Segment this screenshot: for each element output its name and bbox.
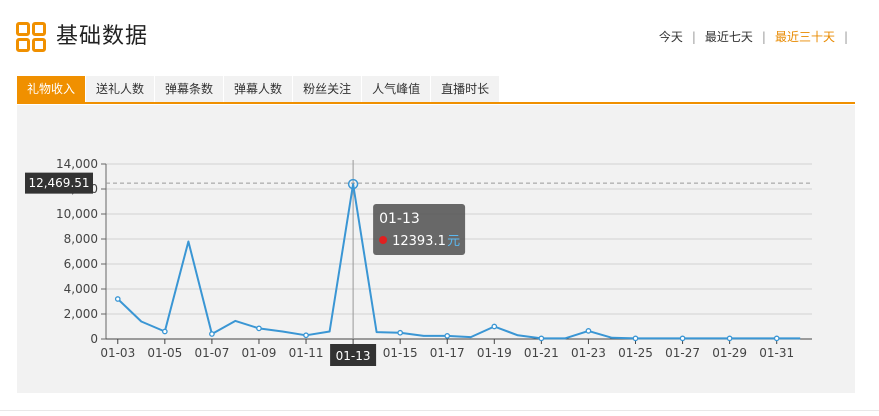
data-point [397, 329, 404, 336]
tooltip-date: 01-13 [379, 211, 420, 227]
y-tick-label: 0 [90, 332, 98, 346]
y-tick-label: 14,000 [56, 157, 98, 171]
tab-gift-senders[interactable]: 送礼人数 [86, 76, 155, 102]
range-divider: | [691, 30, 696, 44]
tooltip-unit: 元 [447, 234, 460, 249]
crosshair-x-label: 01-13 [336, 349, 371, 363]
x-tick-label: 01-11 [289, 346, 324, 360]
x-tick-label: 01-25 [618, 346, 653, 360]
tab-danmaku-users[interactable]: 弹幕人数 [224, 76, 293, 102]
range-last-30-days[interactable]: 最近三十天 [775, 28, 835, 46]
data-point [161, 328, 168, 335]
data-point [491, 323, 498, 330]
data-point [114, 296, 121, 302]
x-tick-label: 01-29 [712, 346, 747, 360]
x-tick-label: 01-07 [194, 346, 229, 360]
x-tick-label: 01-21 [524, 346, 559, 360]
data-point [632, 335, 639, 342]
tab-gift-income[interactable]: 礼物收入 [17, 76, 86, 102]
tab-danmaku-count[interactable]: 弹幕条数 [155, 76, 224, 102]
data-point [444, 333, 451, 339]
x-tick-label: 01-31 [759, 346, 794, 360]
gift-income-chart[interactable]: 02,0004,0006,0008,00010,00012,00014,0000… [17, 105, 855, 393]
metric-tabs: 礼物收入 送礼人数 弹幕条数 弹幕人数 粉丝关注 人气峰值 直播时长 [17, 76, 855, 104]
x-tick-label: 01-27 [665, 346, 700, 360]
chart-panel: 02,0004,0006,0008,00010,00012,00014,0000… [17, 105, 855, 393]
x-tick-label: 01-23 [571, 346, 606, 360]
range-today[interactable]: 今天 [659, 28, 683, 46]
range-selector: 今天 | 最近七天 | 最近三十天 | [659, 28, 857, 46]
data-point [538, 335, 545, 342]
page-title: 基础数据 [56, 24, 149, 49]
x-tick-label: 01-03 [100, 346, 135, 360]
grid-icon [16, 22, 46, 52]
x-tick-label: 01-17 [430, 346, 465, 360]
range-divider: | [761, 30, 766, 44]
y-tick-label: 4,000 [64, 282, 98, 296]
y-tick-label: 10,000 [56, 207, 98, 221]
tooltip-value: 12393.1 [392, 234, 446, 249]
data-point [209, 331, 215, 337]
data-point [773, 335, 780, 342]
x-tick-label: 01-19 [477, 346, 512, 360]
tab-peak-popularity[interactable]: 人气峰值 [362, 76, 431, 102]
y-tick-label: 8,000 [64, 232, 98, 246]
x-tick-label: 01-15 [383, 346, 418, 360]
x-tick-label: 01-05 [147, 346, 182, 360]
y-tick-label: 6,000 [64, 257, 98, 271]
tooltip-series-marker [379, 236, 388, 244]
divider [0, 410, 879, 411]
range-divider: | [843, 30, 848, 44]
range-last-7-days[interactable]: 最近七天 [705, 28, 753, 46]
data-point [585, 328, 592, 334]
x-tick-label: 01-09 [242, 346, 277, 360]
tab-stream-duration[interactable]: 直播时长 [431, 76, 500, 102]
tab-followers[interactable]: 粉丝关注 [293, 76, 362, 102]
data-point [303, 332, 309, 339]
data-point [679, 335, 686, 342]
header: 基础数据 今天 | 最近七天 | 最近三十天 | [0, 0, 879, 70]
data-point [726, 335, 733, 342]
data-point [256, 325, 262, 332]
y-tick-label: 2,000 [64, 307, 98, 321]
crosshair-y-label: 12,469.51 [28, 176, 89, 190]
